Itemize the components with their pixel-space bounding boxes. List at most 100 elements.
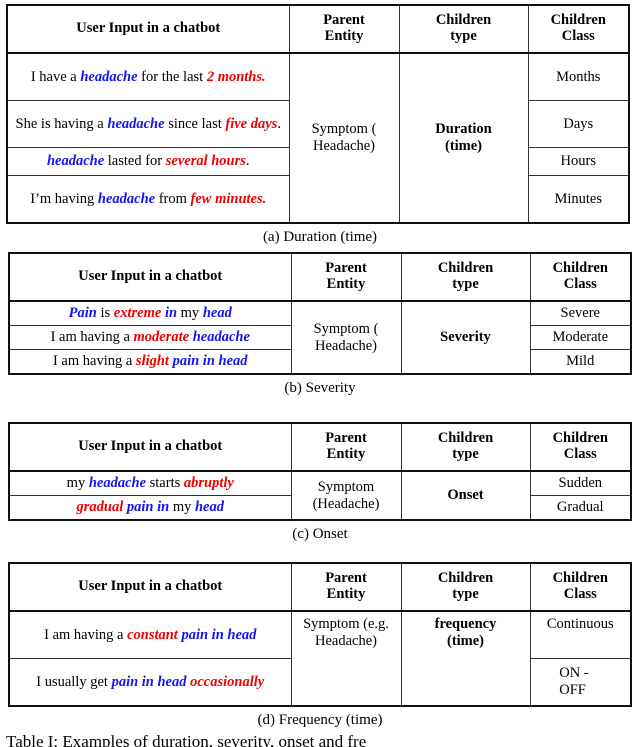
token-plain: . bbox=[277, 115, 281, 132]
token-red: five days bbox=[225, 115, 278, 132]
cell-parent-entity: Symptom ( Headache) bbox=[290, 300, 402, 375]
token-red: constant bbox=[127, 626, 178, 643]
cell-user-input: I am having a constant pain in head bbox=[8, 610, 292, 659]
children-class-label: Continuous bbox=[546, 616, 614, 632]
token-red: gradual bbox=[76, 499, 124, 516]
token-blue: head bbox=[194, 499, 224, 516]
cell-children-class: ON - OFF bbox=[529, 658, 632, 707]
cell-user-input: I usually get pain in head occasionally bbox=[8, 658, 292, 707]
children-type-line1: Severity bbox=[440, 329, 491, 346]
token-blue: headache bbox=[192, 329, 250, 346]
parent-entity-line1: Symptom ( bbox=[313, 320, 379, 337]
col-header-parent-entity: Parent Entity bbox=[290, 252, 402, 302]
token-plain: lasted for bbox=[104, 153, 166, 170]
col-header-children-type-line1: Children bbox=[435, 12, 492, 29]
parent-entity-line1: Symptom (e.g. bbox=[303, 616, 389, 632]
col-header-children-class-line1: Children bbox=[550, 12, 606, 29]
figure-severity: User Input in a chatbot Parent Entity Ch… bbox=[0, 252, 640, 397]
token-plain: my bbox=[169, 499, 195, 516]
token-plain: I am having a bbox=[52, 353, 136, 370]
cell-children-class: Hours bbox=[527, 147, 630, 176]
cell-children-class: Moderate bbox=[529, 325, 632, 350]
cell-children-class: Minutes bbox=[527, 175, 630, 224]
cell-user-input: I am having a slight pain in head bbox=[8, 349, 292, 375]
col-header-parent-entity-line1: Parent bbox=[325, 430, 367, 447]
col-header-children-type-line1: Children bbox=[437, 570, 494, 587]
token-red: abruptly bbox=[183, 475, 234, 492]
table-row: Pain is extreme in my head Symptom ( Hea… bbox=[8, 300, 632, 375]
col-header-parent-entity-line1: Parent bbox=[323, 12, 365, 29]
col-header-parent-entity-line2: Entity bbox=[326, 276, 366, 292]
table-row: my headache starts abruptly Symptom (Hea… bbox=[8, 470, 632, 521]
table-caption-text: Table I: Examples of duration, severity,… bbox=[6, 732, 367, 747]
cell-user-input: gradual pain in my head bbox=[8, 495, 292, 521]
table-row: I am having a constant pain in head Symp… bbox=[8, 610, 632, 707]
cell-children-class: Continuous bbox=[529, 610, 632, 659]
token-plain: my bbox=[66, 475, 89, 492]
col-header-children-type-line2: type bbox=[452, 446, 479, 462]
col-header-parent-entity-line2: Entity bbox=[326, 446, 366, 462]
col-header-children-class: Children Class bbox=[529, 562, 632, 612]
token-red: extreme bbox=[113, 305, 162, 322]
token-plain: I am having a bbox=[44, 626, 128, 643]
children-type-line1: Onset bbox=[447, 487, 484, 504]
col-header-children-type: Children type bbox=[400, 252, 531, 302]
col-header-children-type: Children type bbox=[400, 422, 531, 472]
token-blue: in bbox=[164, 305, 178, 322]
token-blue: pain in bbox=[126, 499, 170, 516]
figure-caption-severity: (b) Severity bbox=[284, 380, 356, 396]
parent-entity-line2: Headache) bbox=[313, 138, 375, 154]
cell-user-input: headache lasted for several hours. bbox=[6, 147, 290, 176]
col-header-parent-entity: Parent Entity bbox=[288, 4, 400, 54]
col-header-children-class-line2: Class bbox=[563, 446, 597, 462]
token-plain: I am having a bbox=[50, 329, 134, 346]
token-plain: I have a bbox=[30, 68, 81, 85]
cell-children-type: Onset bbox=[400, 470, 531, 521]
col-header-children-class-line1: Children bbox=[552, 260, 608, 277]
col-header-children-type-line1: Children bbox=[437, 430, 494, 447]
parent-entity-line1: Symptom bbox=[317, 478, 375, 495]
figure-duration: User Input in a chatbot Parent Entity Ch… bbox=[0, 4, 640, 246]
figure-onset: User Input in a chatbot Parent Entity Ch… bbox=[0, 422, 640, 543]
token-blue: Pain bbox=[68, 305, 97, 322]
table-severity: User Input in a chatbot Parent Entity Ch… bbox=[8, 252, 632, 375]
cell-parent-entity: Symptom (Headache) bbox=[290, 470, 402, 521]
col-header-children-class: Children Class bbox=[527, 4, 630, 54]
col-header-children-type: Children type bbox=[400, 562, 531, 612]
col-header-parent-entity-line2: Entity bbox=[326, 586, 366, 602]
children-type-line1: frequency bbox=[434, 616, 497, 632]
col-header-children-class-line1: Children bbox=[552, 570, 608, 587]
parent-entity-line2: (Headache) bbox=[312, 495, 380, 512]
token-plain: starts bbox=[146, 475, 184, 492]
token-red: occasionally bbox=[190, 673, 265, 690]
col-header-user-input-label: User Input in a chatbot bbox=[76, 20, 221, 37]
children-type-line2: (time) bbox=[446, 632, 485, 649]
token-blue: headache bbox=[88, 475, 147, 492]
token-red: 2 months. bbox=[206, 68, 266, 85]
col-header-children-class-line2: Class bbox=[563, 586, 597, 602]
cell-children-class: Sudden bbox=[529, 470, 632, 496]
token-red: moderate bbox=[133, 329, 190, 346]
token-plain: since last bbox=[164, 115, 226, 132]
token-blue: headache bbox=[107, 115, 165, 132]
token-blue: pain in head bbox=[111, 673, 187, 690]
table-caption: Table I: Examples of duration, severity,… bbox=[0, 732, 640, 747]
cell-parent-entity: Symptom (e.g. Headache) bbox=[290, 610, 402, 707]
table-frequency: User Input in a chatbot Parent Entity Ch… bbox=[8, 562, 632, 707]
token-blue: pain in head bbox=[172, 353, 248, 370]
cell-children-type: Severity bbox=[400, 300, 531, 375]
table-header-row: User Input in a chatbot Parent Entity Ch… bbox=[8, 562, 632, 612]
cell-parent-entity: Symptom ( Headache) bbox=[288, 52, 400, 224]
col-header-children-type-line2: type bbox=[452, 276, 479, 292]
token-plain: is bbox=[96, 305, 114, 322]
col-header-children-class: Children Class bbox=[529, 422, 632, 472]
table-header-row: User Input in a chatbot Parent Entity Ch… bbox=[6, 4, 630, 54]
cell-children-class: Days bbox=[527, 100, 630, 148]
cell-user-input: I am having a moderate headache bbox=[8, 325, 292, 350]
token-plain: for the last bbox=[137, 68, 207, 85]
table-row: I have a headache for the last 2 months.… bbox=[6, 52, 630, 224]
col-header-children-type-line2: type bbox=[450, 28, 477, 44]
cell-user-input: She is having a headache since last five… bbox=[6, 100, 290, 148]
token-red: several hours bbox=[165, 153, 246, 170]
col-header-children-class-line1: Children bbox=[552, 430, 608, 447]
